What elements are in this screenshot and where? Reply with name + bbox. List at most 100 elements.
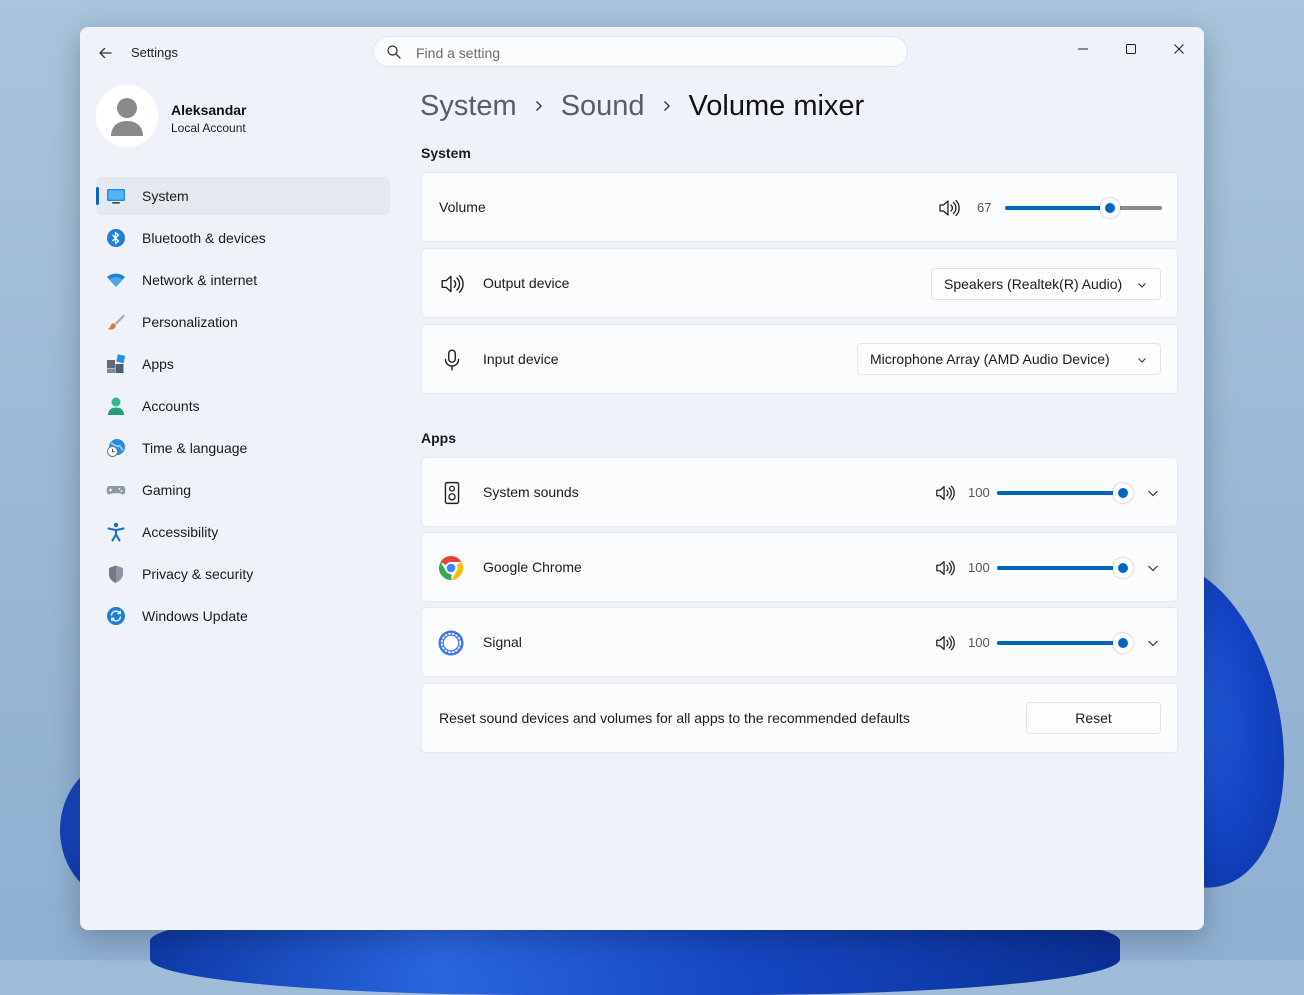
close-button[interactable] bbox=[1156, 33, 1202, 65]
app-label: Google Chrome bbox=[483, 559, 582, 575]
page-title: Volume mixer bbox=[688, 89, 865, 122]
settings-window: Settings Aleksandar Local Account System bbox=[80, 27, 1204, 930]
chevron-down-icon[interactable] bbox=[1146, 561, 1160, 575]
sidebar-item-network[interactable]: Network & internet bbox=[96, 261, 390, 299]
input-device-selected: Microphone Array (AMD Audio Device) bbox=[870, 351, 1110, 367]
chevron-down-icon[interactable] bbox=[1146, 636, 1160, 650]
sidebar-item-privacy-security[interactable]: Privacy & security bbox=[96, 555, 390, 593]
apps-icon bbox=[107, 354, 126, 373]
app-volume-value: 100 bbox=[968, 485, 990, 500]
sidebar-nav: System Bluetooth & devices Network & int… bbox=[96, 177, 390, 639]
output-device-selected: Speakers (Realtek(R) Audio) bbox=[944, 276, 1123, 292]
volume-value: 67 bbox=[977, 200, 992, 215]
search-box[interactable] bbox=[373, 36, 908, 67]
gamepad-icon bbox=[106, 486, 126, 495]
speaker-icon bbox=[441, 275, 464, 293]
input-device-label: Input device bbox=[483, 351, 559, 367]
volume-card: Volume 67 bbox=[421, 172, 1178, 242]
app-title: Settings bbox=[131, 45, 178, 60]
volume-slider[interactable] bbox=[1005, 198, 1162, 218]
slider-thumb[interactable] bbox=[1113, 483, 1133, 503]
title-bar: Settings bbox=[80, 27, 1204, 79]
speaker-icon[interactable] bbox=[935, 558, 955, 578]
sidebar-item-time-language[interactable]: Time & language bbox=[96, 429, 390, 467]
sidebar-item-label: Windows Update bbox=[142, 608, 248, 624]
sidebar-item-apps[interactable]: Apps bbox=[96, 345, 390, 383]
app-volume-slider[interactable] bbox=[997, 633, 1133, 653]
search-input[interactable] bbox=[414, 42, 898, 64]
slider-thumb[interactable] bbox=[1113, 633, 1133, 653]
breadcrumb: System Sound Volume mixer bbox=[420, 84, 864, 128]
sidebar-item-label: Network & internet bbox=[142, 272, 258, 288]
search-icon bbox=[387, 45, 401, 59]
user-avatar-icon bbox=[111, 98, 143, 136]
brush-icon bbox=[107, 314, 125, 330]
sidebar-item-label: Accounts bbox=[142, 398, 200, 414]
input-device-card: Input device Microphone Array (AMD Audio… bbox=[421, 324, 1178, 394]
output-device-label: Output device bbox=[483, 275, 570, 291]
sidebar-item-gaming[interactable]: Gaming bbox=[96, 471, 390, 509]
microphone-icon bbox=[444, 349, 460, 371]
reset-button[interactable]: Reset bbox=[1026, 702, 1161, 734]
sidebar-item-label: Gaming bbox=[142, 482, 192, 498]
chevron-right-icon bbox=[533, 99, 545, 113]
chevron-down-icon[interactable] bbox=[1146, 486, 1160, 500]
sidebar-item-system[interactable]: System bbox=[96, 177, 390, 215]
chevron-down-icon bbox=[1138, 358, 1146, 363]
wifi-icon bbox=[107, 273, 125, 287]
output-device-dropdown[interactable]: Speakers (Realtek(R) Audio) bbox=[931, 268, 1161, 300]
sidebar-item-label: Bluetooth & devices bbox=[142, 230, 266, 246]
slider-thumb[interactable] bbox=[1113, 558, 1133, 578]
sidebar-item-label: Time & language bbox=[142, 440, 248, 456]
user-profile[interactable]: Aleksandar Local Account bbox=[96, 85, 376, 155]
chrome-icon bbox=[438, 556, 464, 581]
speaker-icon[interactable] bbox=[935, 633, 955, 653]
breadcrumb-system[interactable]: System bbox=[420, 90, 517, 123]
breadcrumb-sound[interactable]: Sound bbox=[561, 90, 645, 123]
shield-icon bbox=[109, 565, 123, 583]
slider-fill bbox=[1005, 206, 1111, 210]
chevron-down-icon bbox=[1138, 283, 1146, 288]
input-device-dropdown[interactable]: Microphone Array (AMD Audio Device) bbox=[857, 343, 1161, 375]
reset-card: Reset sound devices and volumes for all … bbox=[421, 683, 1178, 753]
slider-fill bbox=[997, 641, 1123, 645]
profile-account-type: Local Account bbox=[171, 121, 246, 135]
back-button[interactable] bbox=[92, 41, 118, 65]
signal-icon bbox=[438, 630, 464, 656]
app-label: System sounds bbox=[483, 484, 579, 500]
chevron-right-icon bbox=[661, 99, 673, 113]
section-title-system: System bbox=[421, 145, 471, 161]
slider-fill bbox=[997, 566, 1123, 570]
sidebar-item-accessibility[interactable]: Accessibility bbox=[96, 513, 390, 551]
sidebar-item-accounts[interactable]: Accounts bbox=[96, 387, 390, 425]
back-arrow-icon bbox=[99, 47, 112, 59]
person-icon bbox=[108, 397, 124, 415]
sidebar-item-personalization[interactable]: Personalization bbox=[96, 303, 390, 341]
sidebar-item-label: System bbox=[142, 188, 189, 204]
app-volume-slider[interactable] bbox=[997, 483, 1133, 503]
app-card-google-chrome: Google Chrome 100 bbox=[421, 532, 1178, 602]
sidebar-item-windows-update[interactable]: Windows Update bbox=[96, 597, 390, 635]
minimize-button[interactable] bbox=[1060, 33, 1106, 65]
output-device-card: Output device Speakers (Realtek(R) Audio… bbox=[421, 248, 1178, 318]
sidebar-item-label: Accessibility bbox=[142, 524, 219, 540]
maximize-button[interactable] bbox=[1108, 33, 1154, 65]
slider-thumb[interactable] bbox=[1100, 198, 1121, 218]
app-volume-value: 100 bbox=[968, 635, 990, 650]
close-icon bbox=[1174, 44, 1184, 54]
app-card-signal: Signal 100 bbox=[421, 607, 1178, 677]
globe-clock-icon bbox=[107, 439, 125, 457]
app-volume-slider[interactable] bbox=[997, 558, 1133, 578]
speaker-icon[interactable] bbox=[935, 483, 955, 503]
volume-label: Volume bbox=[439, 199, 486, 215]
update-icon bbox=[107, 607, 125, 625]
app-volume-value: 100 bbox=[968, 560, 990, 575]
sidebar-item-label: Apps bbox=[142, 356, 174, 372]
speaker-icon[interactable] bbox=[938, 197, 960, 219]
reset-description: Reset sound devices and volumes for all … bbox=[439, 710, 910, 726]
bluetooth-icon bbox=[107, 229, 125, 247]
sidebar-item-bluetooth[interactable]: Bluetooth & devices bbox=[96, 219, 390, 257]
sidebar-item-label: Privacy & security bbox=[142, 566, 254, 582]
slider-fill bbox=[997, 491, 1123, 495]
avatar bbox=[96, 85, 158, 147]
